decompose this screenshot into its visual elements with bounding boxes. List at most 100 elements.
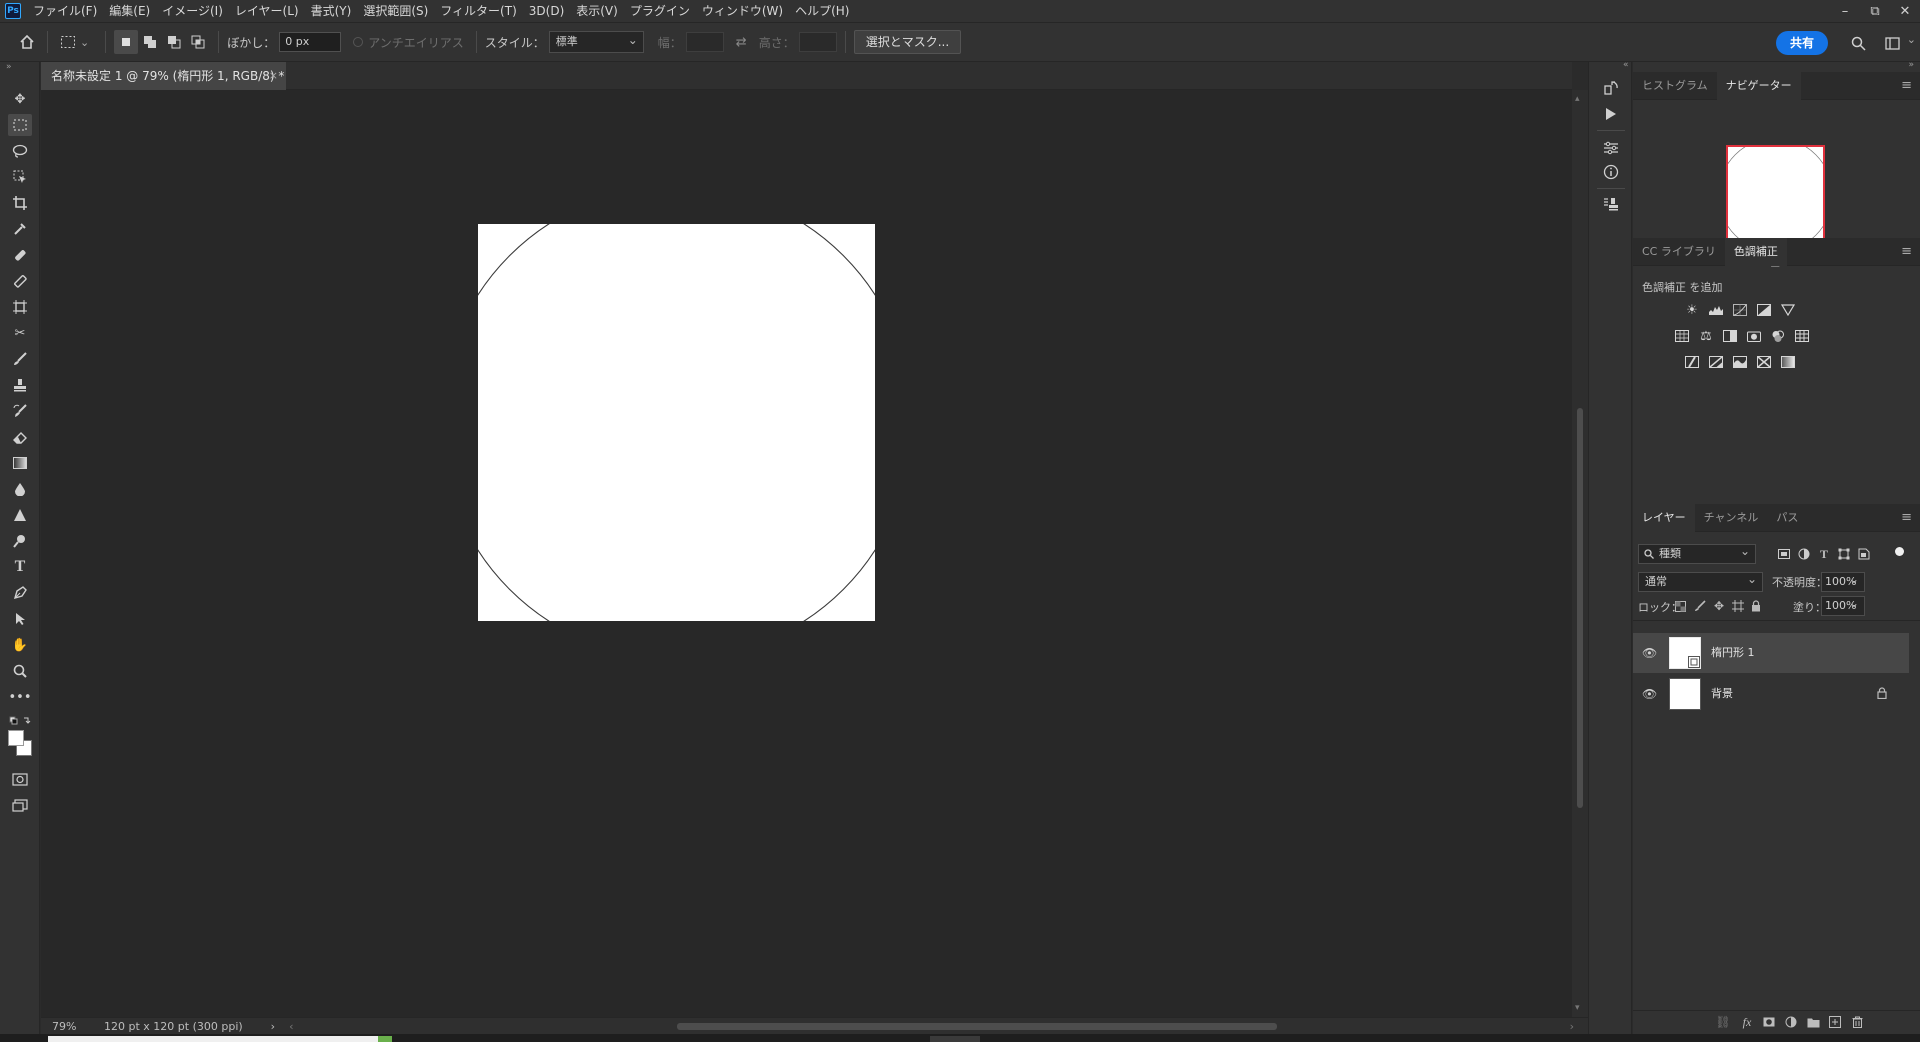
gradient-map-icon[interactable] bbox=[1779, 354, 1797, 370]
marquee-preset-icon[interactable] bbox=[56, 30, 80, 54]
hue-saturation-icon[interactable] bbox=[1673, 328, 1691, 344]
panel-menu-icon[interactable]: ≡ bbox=[1901, 78, 1912, 93]
pen-tool-icon[interactable] bbox=[8, 582, 32, 604]
layer-thumbnail[interactable] bbox=[1669, 637, 1701, 669]
new-layer-icon[interactable] bbox=[1824, 1011, 1846, 1033]
brightness-contrast-icon[interactable]: ☀ bbox=[1683, 302, 1701, 318]
share-button[interactable]: 共有 bbox=[1775, 31, 1828, 55]
eyedropper-tool-icon[interactable] bbox=[8, 218, 32, 240]
vibrance-icon[interactable] bbox=[1779, 302, 1797, 318]
filter-type-icon[interactable]: T bbox=[1813, 543, 1835, 565]
photoshop-logo-icon[interactable]: Ps bbox=[5, 3, 21, 19]
document-tab[interactable]: 名称未設定 1 @ 79% (楕円形 1, RGB/8) * × bbox=[41, 62, 286, 90]
brush-tool-icon[interactable] bbox=[8, 348, 32, 370]
menu-image[interactable]: イメージ(I) bbox=[156, 0, 229, 22]
new-adjustment-layer-icon[interactable] bbox=[1780, 1011, 1802, 1033]
eraser-tool-icon[interactable] bbox=[8, 426, 32, 448]
lasso-tool-icon[interactable] bbox=[8, 140, 32, 162]
artboard-frame-tool-icon[interactable] bbox=[8, 296, 32, 318]
minimize-button[interactable]: – bbox=[1830, 0, 1860, 22]
tab-adjustments[interactable]: 色調補正 bbox=[1724, 238, 1787, 266]
feather-input[interactable]: 0 px bbox=[279, 32, 342, 52]
color-lookup-icon[interactable] bbox=[1793, 328, 1811, 344]
zoom-tool-icon[interactable] bbox=[8, 660, 32, 682]
collapse-panels-icon[interactable]: » bbox=[1908, 60, 1914, 70]
workspace-chevron-icon[interactable]: ⌄ bbox=[1907, 33, 1916, 46]
color-swatches[interactable] bbox=[8, 730, 34, 758]
dodge-tool-icon[interactable] bbox=[8, 530, 32, 552]
panel-menu-icon[interactable]: ≡ bbox=[1901, 510, 1912, 525]
curves-icon[interactable] bbox=[1731, 302, 1749, 318]
tab-navigator[interactable]: ナビゲーター bbox=[1716, 72, 1801, 100]
content-aware-move-tool-icon[interactable]: ✂ bbox=[8, 322, 32, 344]
tab-paths[interactable]: パス bbox=[1767, 504, 1807, 532]
opacity-input[interactable]: 100% bbox=[1821, 570, 1865, 592]
menu-view[interactable]: 表示(V) bbox=[570, 0, 624, 22]
horizontal-scroll-thumb[interactable] bbox=[677, 1023, 1277, 1030]
collapse-strip-icon[interactable]: « bbox=[1623, 60, 1629, 70]
history-panel-icon[interactable] bbox=[1599, 76, 1623, 100]
add-mask-icon[interactable] bbox=[1758, 1011, 1780, 1033]
collapse-toolbar-icon[interactable]: » bbox=[6, 62, 12, 72]
clone-source-panel-icon[interactable] bbox=[1599, 192, 1623, 216]
panel-menu-icon[interactable]: ≡ bbox=[1901, 244, 1912, 259]
width-input[interactable] bbox=[685, 32, 724, 52]
menu-edit[interactable]: 編集(E) bbox=[103, 0, 156, 22]
foreground-color-swatch[interactable] bbox=[8, 730, 24, 746]
workspace-icon[interactable] bbox=[1880, 31, 1904, 55]
filter-pixel-icon[interactable] bbox=[1773, 543, 1795, 565]
ellipse-shape[interactable] bbox=[478, 224, 875, 621]
status-info-arrow-icon[interactable]: › bbox=[271, 1020, 275, 1033]
canvas-area[interactable] bbox=[41, 90, 1572, 1017]
menu-help[interactable]: ヘルプ(H) bbox=[789, 0, 855, 22]
actions-panel-icon[interactable] bbox=[1599, 102, 1623, 126]
antialias-checkbox[interactable] bbox=[353, 37, 364, 47]
layer-row-background[interactable]: 👁 背景 bbox=[1633, 674, 1909, 714]
clone-stamp-tool-icon[interactable] bbox=[8, 374, 32, 396]
selective-color-icon[interactable] bbox=[1755, 354, 1773, 370]
layer-style-fx-icon[interactable]: fx bbox=[1736, 1011, 1758, 1033]
default-colors-icon[interactable] bbox=[8, 714, 32, 728]
threshold-icon[interactable] bbox=[1731, 354, 1749, 370]
vertical-scrollbar[interactable]: ▴ ▾ bbox=[1572, 90, 1588, 1017]
posterize-icon[interactable] bbox=[1707, 354, 1725, 370]
style-select[interactable]: 標準 bbox=[548, 30, 644, 53]
gradient-tool-icon[interactable] bbox=[8, 452, 32, 474]
filter-toggle[interactable] bbox=[1895, 547, 1904, 556]
menu-filter[interactable]: フィルター(T) bbox=[434, 0, 522, 22]
sharpen-tool-icon[interactable] bbox=[8, 504, 32, 526]
exposure-icon[interactable] bbox=[1755, 302, 1773, 318]
blend-mode-select[interactable]: 通常 bbox=[1638, 570, 1763, 592]
swap-dimensions-icon[interactable]: ⇄ bbox=[736, 35, 747, 50]
menu-file[interactable]: ファイル(F) bbox=[27, 0, 103, 22]
menu-window[interactable]: ウィンドウ(W) bbox=[696, 0, 789, 22]
add-to-selection-icon[interactable] bbox=[138, 30, 162, 54]
rectangular-marquee-tool-icon[interactable] bbox=[8, 114, 32, 136]
status-zoom[interactable]: 79% bbox=[52, 1020, 102, 1033]
restore-button[interactable]: ⧉ bbox=[1860, 0, 1890, 22]
lock-all-icon[interactable] bbox=[1745, 595, 1767, 617]
healing-patch-tool-icon[interactable] bbox=[8, 270, 32, 292]
path-selection-tool-icon[interactable] bbox=[8, 608, 32, 630]
layer-row-ellipse[interactable]: 👁 楕円形 1 bbox=[1633, 633, 1909, 673]
document-canvas[interactable] bbox=[478, 224, 875, 621]
filter-shape-icon[interactable] bbox=[1833, 543, 1855, 565]
scroll-down-icon[interactable]: ▾ bbox=[1575, 1003, 1580, 1013]
search-icon[interactable] bbox=[1846, 31, 1870, 55]
height-input[interactable] bbox=[798, 32, 837, 52]
select-and-mask-button[interactable]: 選択とマスク... bbox=[853, 30, 962, 54]
edit-toolbar-icon[interactable]: ••• bbox=[8, 686, 32, 708]
blur-tool-icon[interactable] bbox=[8, 478, 32, 500]
scroll-left-icon[interactable]: ‹ bbox=[289, 1020, 293, 1033]
layer-visibility-eye-icon[interactable]: 👁 bbox=[1642, 674, 1657, 714]
layer-thumbnail[interactable] bbox=[1669, 678, 1701, 710]
subtract-from-selection-icon[interactable] bbox=[162, 30, 186, 54]
link-layers-icon[interactable]: ⛓ bbox=[1712, 1011, 1734, 1033]
photo-filter-icon[interactable] bbox=[1745, 328, 1763, 344]
tab-histogram[interactable]: ヒストグラム bbox=[1633, 72, 1717, 100]
preset-dropdown-chevron-icon[interactable]: ⌄ bbox=[80, 36, 89, 49]
color-balance-icon[interactable]: ⚖ bbox=[1697, 328, 1715, 344]
home-icon[interactable] bbox=[15, 30, 39, 54]
hand-tool-icon[interactable]: ✋ bbox=[8, 634, 32, 656]
menu-type[interactable]: 書式(Y) bbox=[305, 0, 358, 22]
